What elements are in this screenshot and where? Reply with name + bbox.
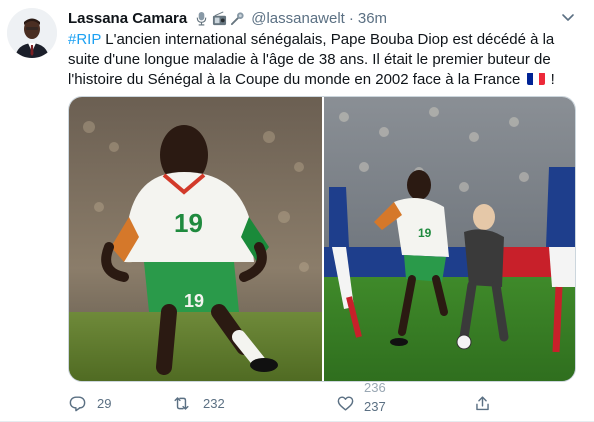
flag-france-icon xyxy=(526,72,545,85)
reply-button[interactable]: 29 xyxy=(68,386,111,420)
reply-icon xyxy=(69,395,86,411)
retweet-icon xyxy=(174,396,189,410)
studio-microphone-icon xyxy=(196,11,207,26)
svg-text:19: 19 xyxy=(184,291,204,311)
like-count: 237 xyxy=(364,399,386,414)
retweet-count: 232 xyxy=(203,395,225,411)
author-handle[interactable]: @lassanawelt xyxy=(251,10,345,27)
media-grid: 19 19 19 xyxy=(68,96,576,382)
photo-match-action[interactable]: 19 xyxy=(324,97,576,382)
share-button[interactable] xyxy=(473,386,492,420)
avatar[interactable] xyxy=(7,8,57,58)
like-count-animated: 236 237 xyxy=(364,380,394,420)
heart-icon xyxy=(337,395,354,411)
tweet-body: L'ancien international sénégalais, Pape … xyxy=(68,31,555,88)
tweet-text-end: ! xyxy=(546,71,555,88)
tweet-header: Lassana Camara @lassanawelt · 36m xyxy=(68,8,387,28)
tweet-card[interactable]: Lassana Camara @lassanawelt · 36m #RIP L… xyxy=(0,0,594,422)
svg-text:19: 19 xyxy=(418,226,432,240)
reply-count: 29 xyxy=(97,395,112,411)
author-emojis xyxy=(194,11,245,26)
separator-dot: · xyxy=(348,9,354,27)
tweet-text: #RIP L'ancien international sénégalais, … xyxy=(68,30,583,90)
hashtag-link[interactable]: #RIP xyxy=(68,31,101,48)
tweet-actions: 29 232 236 237 xyxy=(68,380,583,420)
like-count-previous: 236 xyxy=(364,380,386,395)
microphone-icon xyxy=(231,11,244,25)
tweet-timestamp[interactable]: 36m xyxy=(358,10,387,27)
retweet-button[interactable]: 232 xyxy=(172,386,225,420)
photo-player-celebrating[interactable]: 19 19 xyxy=(69,97,322,382)
like-button[interactable] xyxy=(336,386,355,420)
radio-icon xyxy=(213,11,227,25)
share-icon xyxy=(476,395,489,410)
chevron-down-icon[interactable] xyxy=(560,9,576,25)
author-name[interactable]: Lassana Camara xyxy=(68,10,187,27)
svg-text:19: 19 xyxy=(174,208,203,238)
